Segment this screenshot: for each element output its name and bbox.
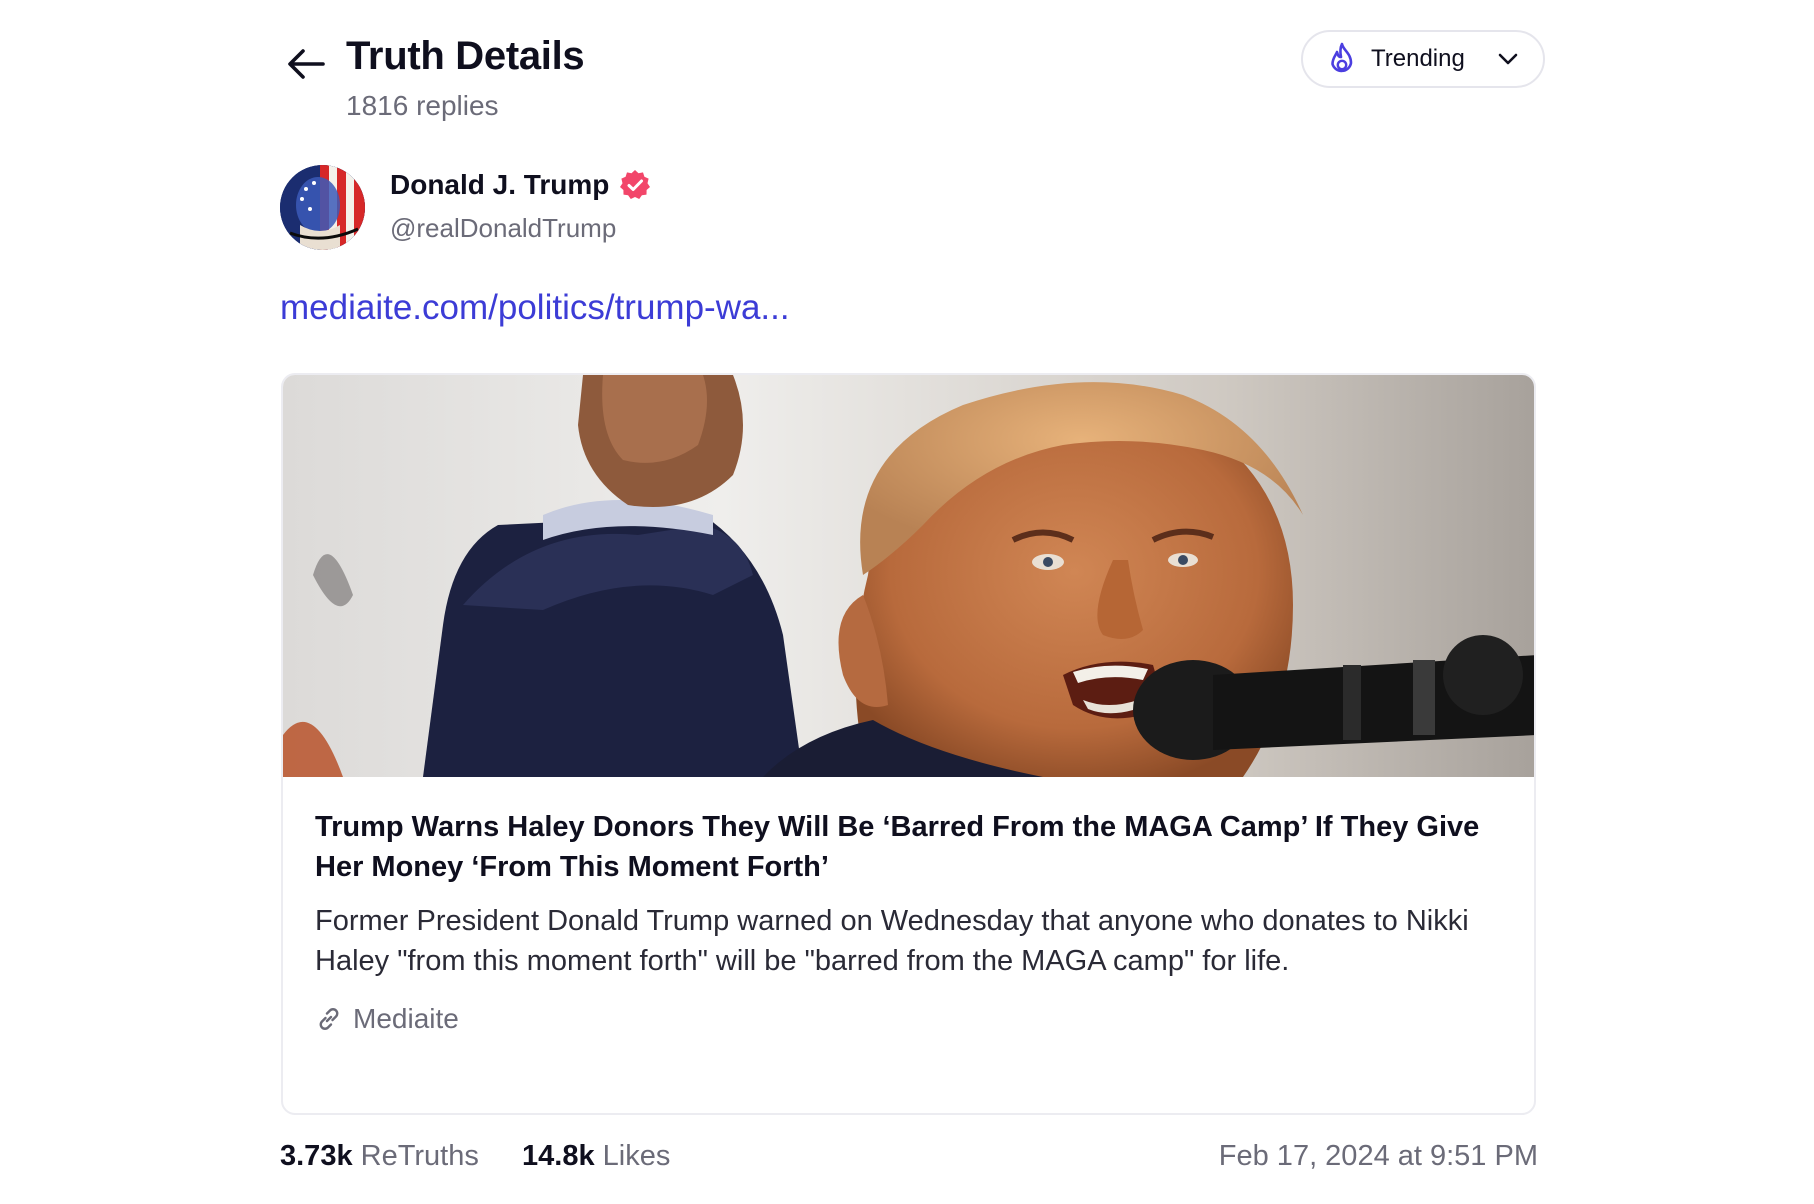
retruths-count: 3.73k xyxy=(280,1140,353,1172)
avatar[interactable] xyxy=(280,165,365,250)
page-header: Truth Details 1816 replies Trending xyxy=(280,30,1545,130)
link-icon xyxy=(319,1008,339,1030)
verified-badge-icon xyxy=(620,170,651,199)
post-author: Donald J. Trump @realDonaldTrump xyxy=(280,163,1080,253)
author-name-text: Donald J. Trump xyxy=(390,169,610,200)
reply-count: 1816 replies xyxy=(346,90,499,121)
sort-dropdown[interactable]: Trending xyxy=(1301,30,1545,88)
likes-label: Likes xyxy=(602,1140,671,1172)
link-preview-source: Mediaite xyxy=(315,1003,1495,1035)
truth-details-page: Truth Details 1816 replies Trending Dona… xyxy=(0,0,1814,1204)
link-preview-body: Trump Warns Haley Donors They Will Be ‘B… xyxy=(315,807,1495,1035)
likes-stat[interactable]: 14.8k Likes xyxy=(522,1140,670,1173)
back-button[interactable] xyxy=(280,38,332,90)
arrow-left-icon xyxy=(288,49,325,79)
post-link[interactable]: mediaite.com/politics/trump-wa... xyxy=(280,288,790,328)
chevron-down-icon xyxy=(1498,53,1518,65)
link-preview-card[interactable]: Trump Warns Haley Donors They Will Be ‘B… xyxy=(281,373,1536,1115)
flame-icon xyxy=(1331,42,1353,73)
post-stats: 3.73k ReTruths 14.8k Likes Feb 17, 2024 … xyxy=(280,1140,1538,1180)
link-preview-image xyxy=(283,375,1534,777)
source-name: Mediaite xyxy=(353,1003,459,1034)
author-handle[interactable]: @realDonaldTrump xyxy=(390,213,616,244)
likes-count: 14.8k xyxy=(522,1140,595,1172)
sort-label: Trending xyxy=(1371,45,1465,72)
post-timestamp: Feb 17, 2024 at 9:51 PM xyxy=(1218,1140,1538,1172)
retruths-stat[interactable]: 3.73k ReTruths xyxy=(280,1140,479,1173)
link-preview-description: Former President Donald Trump warned on … xyxy=(315,905,1469,977)
retruths-label: ReTruths xyxy=(360,1140,479,1172)
author-name[interactable]: Donald J. Trump xyxy=(390,169,651,201)
link-preview-title: Trump Warns Haley Donors They Will Be ‘B… xyxy=(315,811,1480,883)
page-title: Truth Details xyxy=(346,34,585,78)
